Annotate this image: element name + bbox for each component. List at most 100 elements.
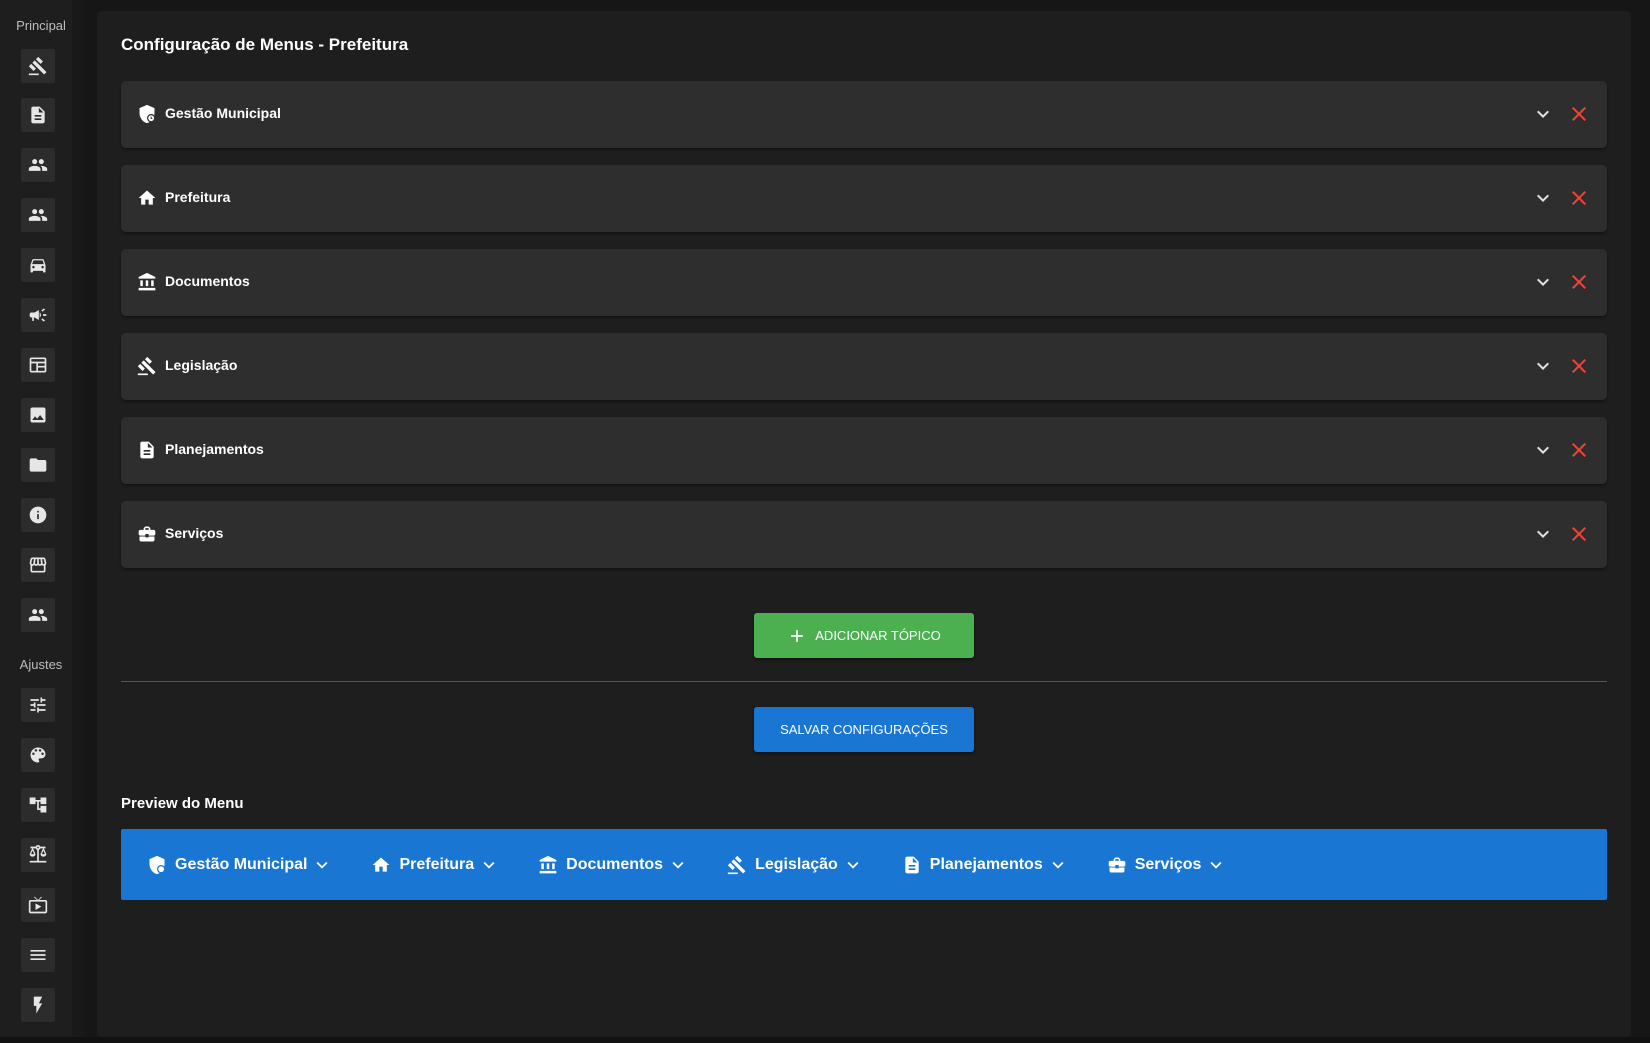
sidebar-item-gavel[interactable] [21,49,55,83]
people-icon [28,609,48,621]
home-icon [137,188,157,208]
plus-icon [791,629,804,642]
chevron-down-icon[interactable] [1531,186,1555,210]
folder-icon [29,458,47,472]
topic-label: Planejamentos [165,441,264,457]
chevron-down-icon[interactable] [1531,102,1555,126]
close-icon[interactable] [1567,102,1591,126]
shield-icon [137,104,157,124]
preview-menu-item-gestao-municipal[interactable]: Gestão Municipal [147,854,333,876]
chevron-down-icon [307,854,333,876]
sidebar-item-info[interactable] [21,498,55,532]
sidebar-item-people-2[interactable] [21,198,55,232]
bank-icon [538,855,558,875]
preview-menu-label: Serviços [1134,855,1202,873]
close-icon[interactable] [1567,186,1591,210]
store-icon [29,557,47,573]
close-icon[interactable] [1567,270,1591,294]
sidebar-item-car[interactable] [21,248,55,282]
sidebar-item-table[interactable] [21,348,55,382]
preview-menu-label: Planejamentos [929,855,1043,873]
topic-card-documentos: Documentos [121,249,1607,316]
sidebar-item-image[interactable] [21,398,55,432]
sidebar-item-megaphone[interactable] [21,298,55,332]
document-icon [137,440,157,460]
briefcase-icon [1107,855,1127,875]
menu-icon [30,950,46,960]
document-icon [31,106,45,124]
topic-card-servicos: Serviços [121,501,1607,568]
sidebar-item-people-3[interactable] [21,598,55,632]
megaphone-icon [29,308,47,322]
gavel-icon [137,356,157,376]
scale-icon [29,845,47,863]
sidebar-item-people[interactable] [21,148,55,182]
gavel-icon [727,855,747,875]
sidebar-section-principal: Principal [16,18,66,33]
briefcase-icon [137,524,157,544]
home-icon [371,855,391,875]
save-settings-button[interactable]: SALVAR CONFIGURAÇÕES [754,707,974,752]
table-icon [29,357,47,373]
preview-menu-label: Legislação [755,855,838,873]
preview-menu-item-servicos[interactable]: Serviços [1107,854,1228,876]
sliders-icon [30,697,46,713]
topic-label: Legislação [165,357,238,373]
preview-menu-item-documentos[interactable]: Documentos [538,854,689,876]
info-icon [29,506,47,524]
chevron-down-icon[interactable] [1531,270,1555,294]
chevron-down-icon[interactable] [1531,354,1555,378]
sidebar-item-sliders[interactable] [21,688,55,722]
sidebar-gutter [72,0,84,1037]
tv-icon [28,896,48,914]
sidebar-item-scale[interactable] [21,838,55,872]
bank-icon [137,272,157,292]
shield-icon [147,855,167,875]
sidebar-item-folder[interactable] [21,448,55,482]
sidebar-item-flash[interactable] [21,988,55,1022]
chevron-down-icon[interactable] [1531,438,1555,462]
palette-icon [30,747,46,763]
car-icon [30,259,46,273]
preview-menu-item-legislacao[interactable]: Legislação [727,854,864,876]
page-title: Configuração de Menus - Prefeitura [121,35,409,54]
add-topic-button[interactable]: ADICIONAR TÓPICO [754,613,974,658]
sidebar-item-tv[interactable] [21,888,55,922]
chevron-down-icon [838,854,864,876]
topic-label: Prefeitura [165,189,231,205]
preview-menu-label: Documentos [566,855,664,873]
sidebar-item-document[interactable] [21,98,55,132]
chevron-down-icon [474,854,500,876]
preview-menu-label: Prefeitura [399,855,475,873]
topic-label: Serviços [165,525,224,541]
save-settings-label: SALVAR CONFIGURAÇÕES [780,722,948,737]
close-icon[interactable] [1567,354,1591,378]
preview-menu-item-planejamentos[interactable]: Planejamentos [902,854,1069,876]
flash-icon [33,996,43,1014]
main-panel: Configuração de Menus - Prefeitura Gestã… [97,11,1631,1037]
menu-preview-bar: Gestão Municipal Prefeitura Documentos L… [121,829,1607,900]
close-icon[interactable] [1567,438,1591,462]
topic-label: Gestão Municipal [165,105,281,121]
preview-menu-item-prefeitura[interactable]: Prefeitura [371,854,500,876]
image-icon [30,407,46,423]
topic-card-legislacao: Legislação [121,333,1607,400]
chevron-down-icon[interactable] [1531,522,1555,546]
add-topic-label: ADICIONAR TÓPICO [815,628,941,643]
topic-card-gestao-municipal: Gestão Municipal [121,81,1607,148]
sidebar-item-sitemap[interactable] [21,788,55,822]
sidebar-item-menu[interactable] [21,938,55,972]
preview-title: Preview do Menu [121,795,244,812]
people-icon [28,159,48,171]
divider [121,681,1607,682]
chevron-down-icon [663,854,689,876]
document-icon [902,855,922,875]
chevron-down-icon [1043,854,1069,876]
sidebar-item-store[interactable] [21,548,55,582]
sidebar-item-palette[interactable] [21,738,55,772]
sitemap-icon [29,797,47,813]
topic-label: Documentos [165,273,250,289]
bottom-strip [0,1037,1650,1043]
close-icon[interactable] [1567,522,1591,546]
people-icon [28,209,48,221]
